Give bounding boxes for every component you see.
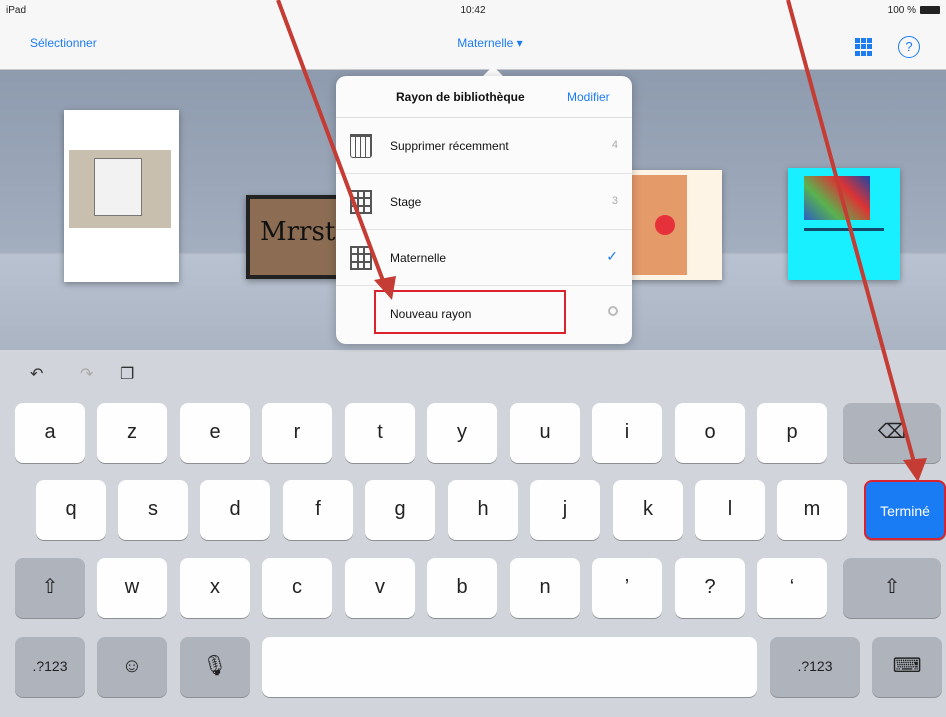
shelf-icon	[350, 190, 372, 214]
key-f[interactable]: f	[283, 480, 353, 540]
book-cover-text: Mrrst	[260, 217, 336, 247]
shelf-row-label: Supprimer récemment	[390, 139, 509, 153]
key-y[interactable]: y	[427, 403, 497, 463]
status-time: 10:42	[460, 5, 486, 16]
key-i[interactable]: i	[592, 403, 662, 463]
key-g[interactable]: g	[365, 480, 435, 540]
shift-key-right[interactable]: ⇧	[843, 558, 941, 618]
key-z[interactable]: z	[97, 403, 167, 463]
battery-icon	[920, 6, 940, 14]
key-o[interactable]: o	[675, 403, 745, 463]
key-h[interactable]: h	[448, 480, 518, 540]
shelf-row-stage[interactable]: Stage 3	[336, 174, 632, 230]
trash-icon	[350, 134, 372, 158]
edit-button[interactable]: Modifier	[567, 90, 610, 104]
shelf-row-count: 4	[611, 139, 618, 151]
key-k[interactable]: k	[613, 480, 683, 540]
key-l[interactable]: l	[695, 480, 765, 540]
key-r[interactable]: r	[262, 403, 332, 463]
clear-icon[interactable]	[608, 306, 618, 316]
popover-header: Rayon de bibliothèque Modifier	[336, 76, 632, 118]
space-bar[interactable]	[262, 637, 757, 697]
key-question[interactable]: ?	[675, 558, 745, 618]
microphone-icon[interactable]: 🎙	[180, 637, 250, 697]
battery-percent: 100 %	[887, 5, 916, 16]
nav-bar: Sélectionner Maternelle ▾ ?	[0, 22, 946, 70]
paste-icon[interactable]: ❐	[120, 364, 134, 384]
shelf-title-dropdown[interactable]: Maternelle ▾	[420, 36, 560, 50]
key-t[interactable]: t	[345, 403, 415, 463]
key-j[interactable]: j	[530, 480, 600, 540]
key-m[interactable]: m	[777, 480, 847, 540]
key-w[interactable]: w	[97, 558, 167, 618]
shelf-icon	[350, 246, 372, 270]
key-v[interactable]: v	[345, 558, 415, 618]
shelf-row-recently-deleted[interactable]: Supprimer récemment 4	[336, 118, 632, 174]
popover-title: Rayon de bibliothèque	[396, 90, 525, 104]
redo-icon[interactable]: ↷	[80, 364, 93, 384]
emoji-key[interactable]: ☺	[97, 637, 167, 697]
shelf-row-count: 3	[611, 195, 618, 207]
numbers-key-right[interactable]: .?123	[770, 637, 860, 697]
book-cover[interactable]	[620, 170, 722, 280]
key-q[interactable]: q	[36, 480, 106, 540]
keyboard: ↶ ↷ ❐ a z e r t y u i o p ⌫ q s d f g h …	[0, 352, 946, 717]
key-apostrophe[interactable]: ’	[592, 558, 662, 618]
key-c[interactable]: c	[262, 558, 332, 618]
popover-arrow	[483, 66, 503, 76]
highlight-box	[374, 290, 566, 334]
book-cover[interactable]	[788, 168, 900, 280]
numbers-key-left[interactable]: .?123	[15, 637, 85, 697]
select-button[interactable]: Sélectionner	[30, 36, 97, 50]
key-u[interactable]: u	[510, 403, 580, 463]
key-quote[interactable]: ‘	[757, 558, 827, 618]
key-n[interactable]: n	[510, 558, 580, 618]
book-cover[interactable]	[64, 110, 179, 282]
key-b[interactable]: b	[427, 558, 497, 618]
keyboard-toolbar: ↶ ↷ ❐	[0, 352, 946, 392]
backspace-key[interactable]: ⌫	[843, 403, 941, 463]
status-bar: iPad 10:42 100 %	[0, 0, 946, 22]
shift-key-left[interactable]: ⇧	[15, 558, 85, 618]
book-photo	[69, 150, 171, 228]
key-d[interactable]: d	[200, 480, 270, 540]
grid-view-icon[interactable]	[855, 38, 873, 56]
key-e[interactable]: e	[180, 403, 250, 463]
key-x[interactable]: x	[180, 558, 250, 618]
checkmark-icon: ✓	[606, 248, 618, 264]
help-icon[interactable]: ?	[898, 36, 920, 58]
key-p[interactable]: p	[757, 403, 827, 463]
hide-keyboard-icon[interactable]: ⌨	[872, 637, 942, 697]
key-a[interactable]: a	[15, 403, 85, 463]
done-key[interactable]: Terminé	[864, 480, 946, 540]
shelf-row-maternelle[interactable]: Maternelle ✓	[336, 230, 632, 286]
shelf-row-label: Maternelle	[390, 251, 447, 265]
shelf-row-label: Stage	[390, 195, 422, 209]
undo-icon[interactable]: ↶	[30, 364, 43, 384]
key-s[interactable]: s	[118, 480, 188, 540]
